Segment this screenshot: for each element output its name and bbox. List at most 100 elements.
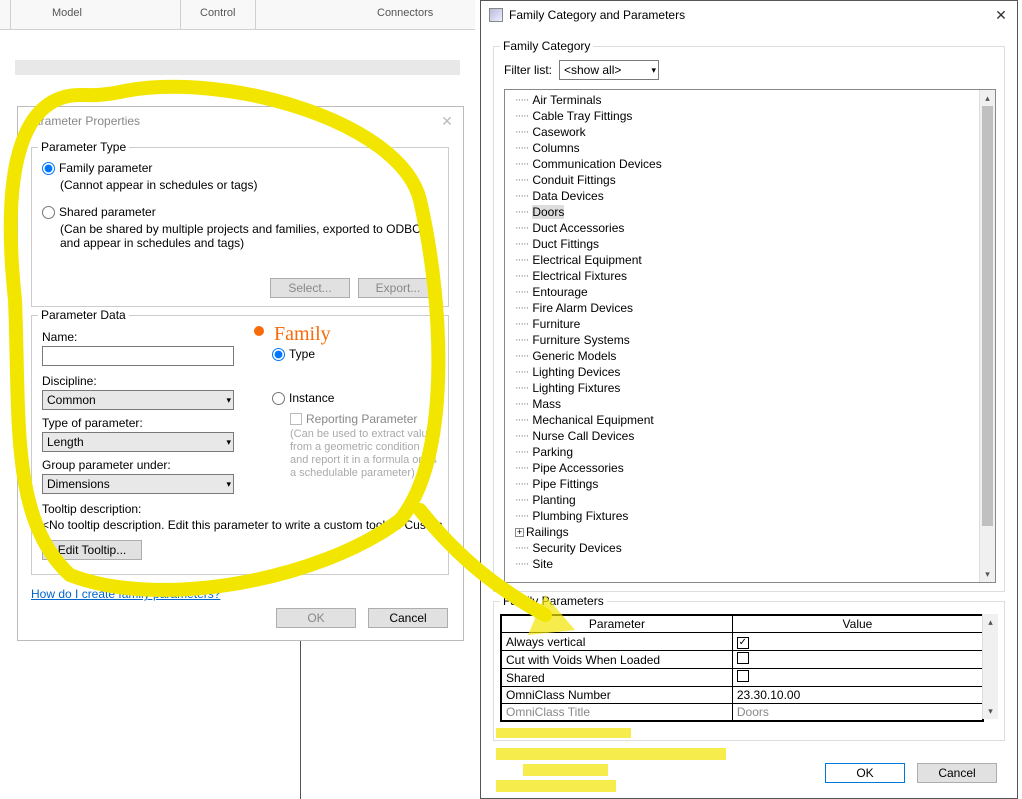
scroll-down-icon[interactable]: ▾ xyxy=(980,566,995,582)
category-item[interactable]: ····· Columns xyxy=(505,140,979,156)
category-item[interactable]: +Railings xyxy=(505,524,979,540)
tree-dots-icon: ····· xyxy=(515,558,528,570)
category-item[interactable]: ····· Fire Alarm Devices xyxy=(505,300,979,316)
param-value[interactable]: ✓ xyxy=(732,633,982,651)
close-icon[interactable]: ✕ xyxy=(439,107,455,135)
help-link[interactable]: How do I create family parameters? xyxy=(31,587,220,601)
tree-dots-icon: ····· xyxy=(515,398,528,410)
export-button[interactable]: Export... xyxy=(358,278,438,298)
category-item[interactable]: ·····Mass xyxy=(505,396,979,412)
scroll-up-icon[interactable]: ▴ xyxy=(983,614,998,630)
tree-dots-icon: ····· xyxy=(515,446,528,458)
tree-dots-icon: ····· xyxy=(515,142,528,154)
category-item[interactable]: ·····Site xyxy=(505,556,979,572)
radio-input[interactable] xyxy=(42,206,55,219)
category-item[interactable]: ·····Air Terminals xyxy=(505,92,979,108)
checkbox-icon[interactable]: ✓ xyxy=(737,637,749,649)
table-row[interactable]: OmniClass TitleDoors xyxy=(502,704,983,721)
scrollbar[interactable]: ▴ ▾ xyxy=(982,614,998,719)
discipline-label: Discipline: xyxy=(42,374,97,388)
category-item[interactable]: ·····Lighting Devices xyxy=(505,364,979,380)
category-item[interactable]: ····· Duct Fittings xyxy=(505,236,979,252)
category-item[interactable]: ·····Communication Devices xyxy=(505,156,979,172)
edit-tooltip-button[interactable]: Edit Tooltip... xyxy=(42,540,142,560)
param-value[interactable] xyxy=(732,651,982,669)
category-item[interactable]: ·····Casework xyxy=(505,124,979,140)
table-row[interactable]: Always vertical✓ xyxy=(502,633,983,651)
scrollbar[interactable]: ▴ ▾ xyxy=(979,90,995,582)
select-button[interactable]: Select... xyxy=(270,278,350,298)
radio-input[interactable] xyxy=(272,348,285,361)
type-radio[interactable]: Type xyxy=(272,347,315,361)
dialog-titlebar[interactable]: Parameter Properties ✕ xyxy=(18,107,463,135)
category-item[interactable]: ·····Lighting Fixtures xyxy=(505,380,979,396)
ribbon-tab-model[interactable]: Model xyxy=(52,7,82,19)
typeofparam-label: Type of parameter: xyxy=(42,416,143,430)
typeofparam-combo[interactable]: Length▾ xyxy=(42,432,234,452)
tree-dots-icon: ····· xyxy=(515,238,528,250)
table-row[interactable]: OmniClass Number23.30.10.00 xyxy=(502,687,983,704)
category-item[interactable]: ·····Electrical Equipment xyxy=(505,252,979,268)
category-label: Fire Alarm Devices xyxy=(532,301,633,315)
family-parameter-radio[interactable]: Family parameter xyxy=(42,161,438,175)
discipline-combo[interactable]: Common▾ xyxy=(42,390,234,410)
category-label: Columns xyxy=(532,141,579,155)
filter-combo[interactable]: <show all>▾ xyxy=(559,60,659,80)
table-row[interactable]: Shared xyxy=(502,669,983,687)
dialog-titlebar[interactable]: Family Category and Parameters ✕ xyxy=(481,1,1017,29)
reporting-checkbox: Reporting Parameter xyxy=(290,412,417,426)
tooltip-label: Tooltip description: xyxy=(42,502,141,516)
checkbox-icon[interactable] xyxy=(737,652,749,664)
category-item[interactable]: ·····Nurse Call Devices xyxy=(505,428,979,444)
category-item[interactable]: ·····Doors xyxy=(505,204,979,220)
name-input[interactable] xyxy=(42,346,234,366)
scroll-thumb[interactable] xyxy=(982,106,993,526)
category-item[interactable]: ·····Entourage xyxy=(505,284,979,300)
param-value[interactable]: Doors xyxy=(732,704,982,721)
instance-radio[interactable]: Instance xyxy=(272,391,334,405)
groupunder-combo[interactable]: Dimensions▾ xyxy=(42,474,234,494)
param-value[interactable] xyxy=(732,669,982,687)
category-item[interactable]: ·····Generic Models xyxy=(505,348,979,364)
reporting-note: (Can be used to extract value from a geo… xyxy=(290,428,440,480)
tree-dots-icon: ····· xyxy=(515,382,528,394)
category-item[interactable]: ·····Parking xyxy=(505,444,979,460)
ribbon-tab-connectors[interactable]: Connectors xyxy=(377,7,433,19)
category-item[interactable]: ·····Electrical Fixtures xyxy=(505,268,979,284)
category-label: Duct Fittings xyxy=(532,237,599,251)
cancel-button[interactable]: Cancel xyxy=(917,763,997,783)
ok-button[interactable]: OK xyxy=(825,763,905,783)
category-item[interactable]: ·····Plumbing Fixtures xyxy=(505,508,979,524)
scroll-up-icon[interactable]: ▴ xyxy=(980,90,995,106)
category-item[interactable]: ·····Data Devices xyxy=(505,188,979,204)
radio-input[interactable] xyxy=(272,392,285,405)
category-item[interactable]: ·····Duct Accessories xyxy=(505,220,979,236)
tree-dots-icon: ····· xyxy=(515,286,528,298)
category-item[interactable]: ·····Planting xyxy=(505,492,979,508)
expand-icon[interactable]: + xyxy=(515,528,524,537)
tree-dots-icon: ····· xyxy=(515,462,528,474)
category-item[interactable]: ·····Cable Tray Fittings xyxy=(505,108,979,124)
category-item[interactable]: ·····Conduit Fittings xyxy=(505,172,979,188)
category-item[interactable]: ·····Pipe Accessories xyxy=(505,460,979,476)
close-icon[interactable]: ✕ xyxy=(993,1,1009,29)
tree-dots-icon: ····· xyxy=(515,302,528,314)
ribbon-tab-control[interactable]: Control xyxy=(200,7,235,19)
category-tree[interactable]: ·····Air Terminals·····Cable Tray Fittin… xyxy=(504,89,996,583)
shared-parameter-radio[interactable]: Shared parameter xyxy=(42,205,438,219)
tree-dots-icon: ····· xyxy=(515,334,528,346)
ok-button[interactable]: OK xyxy=(276,608,356,628)
category-item[interactable]: ·····Security Devices xyxy=(505,540,979,556)
category-item[interactable]: ·····Furniture Systems xyxy=(505,332,979,348)
table-row[interactable]: Cut with Voids When Loaded xyxy=(502,651,983,669)
category-item[interactable]: ·····Mechanical Equipment xyxy=(505,412,979,428)
scroll-down-icon[interactable]: ▾ xyxy=(983,703,998,719)
param-value[interactable]: 23.30.10.00 xyxy=(732,687,982,704)
tree-dots-icon: ····· xyxy=(515,270,528,282)
checkbox-icon[interactable] xyxy=(737,670,749,682)
family-parameters-table[interactable]: Parameter Value Always vertical✓Cut with… xyxy=(500,614,984,722)
radio-input[interactable] xyxy=(42,162,55,175)
cancel-button[interactable]: Cancel xyxy=(368,608,448,628)
category-item[interactable]: ·····Furniture xyxy=(505,316,979,332)
category-item[interactable]: ·····Pipe Fittings xyxy=(505,476,979,492)
